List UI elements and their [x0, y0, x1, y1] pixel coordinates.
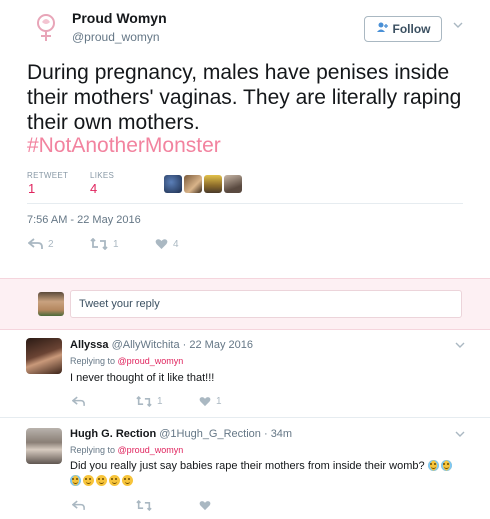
- retweet-action[interactable]: 1: [90, 238, 119, 250]
- likes-stat-count[interactable]: 4: [90, 181, 97, 196]
- liker-avatar[interactable]: [224, 175, 242, 193]
- reply-author-handle[interactable]: @AllyWitchita: [112, 339, 180, 351]
- retweet-stat-label: RETWEET: [27, 171, 69, 180]
- grinning-emoji-icon: [109, 475, 120, 486]
- tweet-text: During pregnancy, males have penises ins…: [27, 61, 462, 134]
- author-name[interactable]: Proud Womyn: [72, 10, 167, 26]
- replying-to: Replying to @proud_womyn: [70, 445, 183, 455]
- reply-action[interactable]: [72, 396, 85, 407]
- reply-author-handle[interactable]: @1Hugh_G_Rection: [159, 428, 261, 440]
- retweet-action[interactable]: 1: [136, 396, 163, 407]
- reply-input[interactable]: Tweet your reply: [70, 290, 462, 318]
- follow-label: Follow: [392, 22, 431, 36]
- grinning-emoji-icon: [122, 475, 133, 486]
- reply-author-name[interactable]: Hugh G. Rection: [70, 428, 156, 440]
- retweet-stat-count[interactable]: 1: [28, 181, 35, 196]
- retweet-icon: [136, 500, 152, 511]
- likes-stat-label: LIKES: [90, 171, 115, 180]
- retweet-icon: [136, 396, 152, 407]
- replying-label: Replying to: [70, 445, 116, 455]
- reply-time[interactable]: · 22 May 2016: [183, 339, 253, 351]
- liker-avatar[interactable]: [184, 175, 202, 193]
- heart-icon: [155, 239, 168, 249]
- retweet-count: 1: [113, 238, 119, 250]
- grinning-emoji-icon: [96, 475, 107, 486]
- reply-author: Hugh G. Rection @1Hugh_G_Rection · 34m: [70, 428, 292, 440]
- reply-action[interactable]: [72, 500, 85, 511]
- reply-text-body: Did you really just say babies rape thei…: [70, 460, 425, 472]
- reply-time[interactable]: · 34m: [264, 428, 292, 440]
- avatar: [38, 292, 64, 316]
- retweet-action[interactable]: [136, 500, 152, 511]
- laughing-tears-emoji-icon: [70, 475, 81, 486]
- tweet-timestamp[interactable]: 7:56 AM - 22 May 2016: [27, 214, 141, 226]
- avatar[interactable]: [26, 338, 62, 374]
- like-count: 1: [216, 396, 222, 407]
- laughing-tears-emoji-icon: [427, 460, 439, 471]
- heart-icon: [199, 501, 211, 511]
- add-user-icon: [376, 22, 389, 36]
- hashtag-link[interactable]: #NotAnotherMonster: [27, 134, 221, 158]
- like-action[interactable]: 1: [199, 396, 222, 407]
- replying-label: Replying to: [70, 356, 116, 366]
- liker-avatar[interactable]: [164, 175, 182, 193]
- retweet-count: 1: [157, 396, 163, 407]
- retweet-icon: [90, 238, 108, 250]
- reply-text: Did you really just say babies rape thei…: [70, 460, 470, 472]
- heart-icon: [199, 397, 211, 407]
- reply-text: I never thought of it like that!!!: [70, 372, 215, 384]
- liker-avatar[interactable]: [204, 175, 222, 193]
- reply-icon: [28, 238, 43, 249]
- reply-icon: [72, 396, 85, 406]
- like-action[interactable]: 4: [155, 238, 179, 250]
- replying-mention[interactable]: @proud_womyn: [118, 356, 184, 366]
- replying-mention[interactable]: @proud_womyn: [118, 445, 184, 455]
- like-count: 4: [173, 238, 179, 250]
- reply-tweet[interactable]: Hugh G. Rection @1Hugh_G_Rection · 34m R…: [0, 418, 490, 519]
- grinning-emoji-icon: [83, 475, 94, 486]
- like-action[interactable]: [199, 500, 211, 511]
- reply-icon: [72, 500, 85, 510]
- laughing-tears-emoji-icon: [440, 460, 452, 471]
- replying-to: Replying to @proud_womyn: [70, 356, 183, 366]
- reply-author-name[interactable]: Allyssa: [70, 339, 109, 351]
- chevron-down-icon[interactable]: [453, 429, 467, 443]
- reply-author: Allyssa @AllyWitchita · 22 May 2016: [70, 339, 253, 351]
- reply-action[interactable]: 2: [28, 238, 54, 250]
- divider: [27, 203, 463, 204]
- chevron-down-icon[interactable]: [453, 340, 467, 354]
- profile-avatar-icon[interactable]: [30, 12, 62, 44]
- follow-button[interactable]: Follow: [364, 16, 442, 42]
- likers-avatars: [164, 175, 242, 193]
- main-tweet: Proud Womyn @proud_womyn Follow During p…: [0, 0, 490, 278]
- chevron-down-icon[interactable]: [451, 20, 465, 34]
- author-handle[interactable]: @proud_womyn: [72, 30, 160, 44]
- emoji-row: [70, 475, 135, 487]
- avatar[interactable]: [26, 428, 62, 464]
- reply-count: 2: [48, 238, 54, 250]
- reply-tweet[interactable]: Allyssa @AllyWitchita · 22 May 2016 Repl…: [0, 330, 490, 418]
